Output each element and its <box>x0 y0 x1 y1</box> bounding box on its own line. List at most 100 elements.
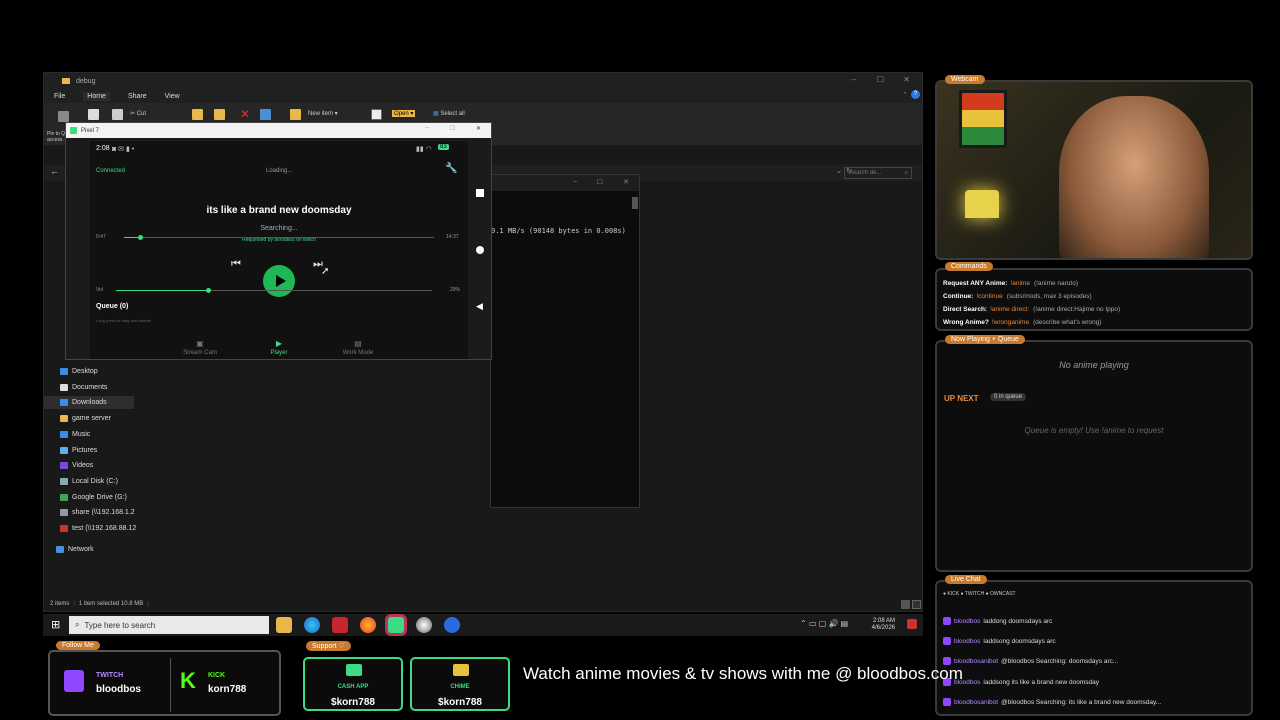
home-button[interactable] <box>476 246 484 254</box>
nav-item-pictures[interactable]: Pictures <box>60 447 97 454</box>
command-label: Request ANY Anime: <box>943 280 1008 287</box>
select-all-button[interactable]: ▦ Select all <box>433 110 465 117</box>
wrench-icon[interactable]: 🔧 <box>445 163 457 174</box>
back-button[interactable]: ◀ <box>476 301 483 312</box>
twitch-icon <box>943 617 951 625</box>
chat-message: bloodbos laddong doomsdays arc <box>943 617 1052 625</box>
taskbar-search-placeholder: Type here to search <box>84 620 156 630</box>
volume-knob[interactable] <box>205 288 211 293</box>
command-name: !anime direct: <box>990 306 1030 313</box>
move-to-icon[interactable] <box>192 109 203 120</box>
stop-button[interactable] <box>476 189 484 197</box>
chevron-up-icon[interactable]: ⌃ <box>902 91 908 99</box>
close-button[interactable]: ✕ <box>903 75 910 84</box>
progress-track[interactable] <box>124 237 434 238</box>
cut-button[interactable]: ✂ Cut <box>130 110 146 117</box>
firefox-icon[interactable] <box>360 617 376 633</box>
minimize-button[interactable]: – <box>852 75 856 84</box>
nav-item-test[interactable]: test (\\192.168.88.12 <box>60 525 136 532</box>
nav-item-videos[interactable]: Videos <box>60 462 93 469</box>
nav-item-documents[interactable]: Documents <box>60 384 107 391</box>
properties-icon[interactable] <box>371 109 382 120</box>
command-row: Direct Search: !anime direct: (!anime dire… <box>943 306 1120 313</box>
taskbar-clock[interactable]: 2:08 AM 4/6/2026 <box>872 618 895 632</box>
play-icon: ▶ <box>275 339 283 348</box>
support-tag: Support ♡ <box>306 641 351 651</box>
rename-icon[interactable] <box>260 109 271 120</box>
file-explorer-icon[interactable] <box>276 617 292 633</box>
taskbar-search[interactable]: ⌕ Type here to search <box>69 616 269 634</box>
loading-text: Loading... <box>266 168 293 174</box>
minimize-button[interactable]: – <box>573 178 577 185</box>
follow-card: TWITCH bloodbos K KICK korn788 <box>48 650 281 716</box>
back-arrow-icon[interactable]: ← <box>50 166 59 176</box>
maximize-button[interactable]: ☐ <box>450 125 455 132</box>
close-button[interactable]: ✕ <box>623 178 629 186</box>
new-folder-icon[interactable] <box>290 109 301 120</box>
cut-label: Cut <box>136 111 147 117</box>
command-label: Wrong Anime? <box>943 319 989 326</box>
copy-to-icon[interactable] <box>214 109 225 120</box>
tiles-view-icon[interactable] <box>912 599 921 609</box>
obs-icon[interactable] <box>416 617 432 633</box>
chime-card: CHIME $korn788 <box>410 657 510 711</box>
maximize-button[interactable]: ☐ <box>877 75 884 84</box>
nav-item-local-disk[interactable]: Local Disk (C:) <box>60 478 118 485</box>
scrollbar-thumb[interactable] <box>632 197 638 209</box>
app-icon[interactable] <box>444 617 460 633</box>
previous-track-button[interactable]: ⏮ <box>231 258 241 271</box>
nav-item-game-server[interactable]: game server <box>60 415 111 422</box>
tab-stream-cam[interactable]: ▣ Stream Cam <box>180 339 220 356</box>
maximize-button[interactable]: ☐ <box>597 178 603 186</box>
open-button[interactable]: Open ▾ <box>392 110 416 117</box>
play-button[interactable] <box>263 265 295 297</box>
tab-file[interactable]: File <box>54 93 65 100</box>
close-button[interactable]: ✕ <box>476 125 481 132</box>
windows-taskbar: ⊞ ⌕ Type here to search ⌃ ▭ ▢ 🔊 ▤ 2:08 A… <box>43 614 923 636</box>
nav-label: Videos <box>72 462 94 469</box>
folder-icon <box>60 415 68 422</box>
nav-item-desktop[interactable]: Desktop <box>60 368 98 375</box>
now-playing-title: its like a brand new doomsday <box>206 205 352 216</box>
tab-home[interactable]: Home <box>83 91 110 101</box>
command-label: Direct Search: <box>943 306 988 313</box>
pin-icon[interactable] <box>58 111 69 122</box>
kick-follow: K KICK korn788 <box>176 658 276 708</box>
tab-work-mode[interactable]: ▤ Work Mode <box>338 339 378 356</box>
tab-player[interactable]: ▶ Player <box>259 339 299 356</box>
copy-icon[interactable] <box>88 109 99 120</box>
nav-item-network[interactable]: Network <box>56 546 94 553</box>
cashapp-label: CASH APP <box>337 684 369 690</box>
nav-label: game server <box>72 415 111 422</box>
chevron-down-icon[interactable]: ⌄ <box>836 167 842 175</box>
minimize-button[interactable]: – <box>426 125 429 131</box>
phone-screen: 2:08 ◙ ✉ ▮ • ▮▮ ◠ 83 Connected Loading..… <box>90 141 468 359</box>
now-playing-status: Searching... <box>260 225 298 232</box>
help-icon[interactable]: ? <box>911 90 920 99</box>
notification-icon[interactable] <box>907 619 917 629</box>
kick-label: KICK <box>208 672 226 679</box>
paste-icon[interactable] <box>112 109 123 120</box>
search-input[interactable]: Search de... ⌕ <box>844 167 912 179</box>
details-view-icon[interactable] <box>901 599 910 609</box>
app-icon[interactable] <box>332 617 348 633</box>
command-desc: (!anime naruto) <box>1033 280 1079 287</box>
windows-start-icon[interactable]: ⊞ <box>51 618 60 631</box>
nav-item-downloads[interactable]: Downloads <box>60 399 107 406</box>
nav-item-google-drive[interactable]: Google Drive (G:) <box>60 494 127 501</box>
nav-item-share[interactable]: share (\\192.168.1.2 <box>60 509 135 516</box>
music-icon <box>60 431 68 438</box>
new-item-button[interactable]: New item ▾ <box>308 110 338 117</box>
volume-value: 29% <box>450 287 461 293</box>
tab-view[interactable]: View <box>165 93 180 100</box>
edge-icon[interactable] <box>304 617 320 633</box>
system-tray-icons[interactable]: ⌃ ▭ ▢ 🔊 ▤ <box>800 619 848 628</box>
chat-user: bloodbos <box>954 617 981 625</box>
tab-share[interactable]: Share <box>128 93 147 100</box>
delete-icon[interactable]: ✕ <box>240 107 250 121</box>
kick-icon: K <box>180 668 196 693</box>
total-time: 14:37 <box>446 234 459 240</box>
progress-knob[interactable] <box>137 235 143 240</box>
nav-item-music[interactable]: Music <box>60 431 90 438</box>
android-mirror-icon[interactable] <box>388 617 404 633</box>
